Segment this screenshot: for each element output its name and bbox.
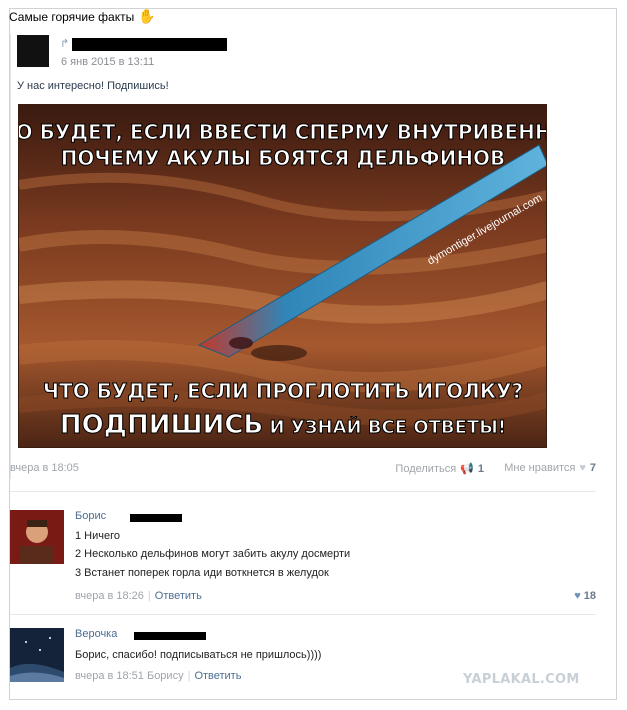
- repost-icon: ↱: [60, 38, 70, 50]
- image-text-top-2: ПОЧЕМУ АКУЛЫ БОЯТСЯ ДЕЛЬФИНОВ: [61, 146, 506, 170]
- hand-emoji-icon: ✋: [138, 8, 156, 24]
- divider: [10, 491, 596, 492]
- comment-author[interactable]: Верочка: [75, 628, 117, 640]
- share-label: Поделиться: [395, 462, 457, 475]
- comment-line: 3 Встанет поперек горла иди воткнется в …: [75, 567, 329, 579]
- post-image[interactable]: ЧТО БУДЕТ, ЕСЛИ ВВЕСТИ СПЕРМУ ВНУТРИВЕНН…: [18, 104, 547, 448]
- comment-time[interactable]: вчера в 18:26: [75, 590, 144, 602]
- reply-button[interactable]: Ответить: [155, 590, 202, 602]
- comment-boris: Борис 1 Ничего 2 Несколько дельфинов мог…: [10, 510, 596, 605]
- page-title: Самые горячие факты: [9, 9, 135, 24]
- comment-like-button[interactable]: ♥ 18: [574, 590, 596, 602]
- needle-photo: ЧТО БУДЕТ, ЕСЛИ ВВЕСТИ СПЕРМУ ВНУТРИВЕНН…: [19, 105, 547, 447]
- image-text-top-1: ЧТО БУДЕТ, ЕСЛИ ВВЕСТИ СПЕРМУ ВНУТРИВЕНН…: [19, 120, 547, 144]
- heart-icon: ♥: [574, 590, 581, 602]
- share-button[interactable]: Поделиться 📢 1: [395, 462, 484, 476]
- comment-line: Борис, спасибо! подписываться не пришлос…: [75, 649, 322, 661]
- repost-date[interactable]: 6 янв 2015 в 13:11: [61, 56, 154, 68]
- comment-line: 2 Несколько дельфинов могут забить акулу…: [75, 548, 351, 560]
- comment-author[interactable]: Борис: [75, 510, 106, 522]
- image-text-bottom-1: ЧТО БУДЕТ, ЕСЛИ ПРОГЛОТИТЬ ИГОЛКУ?: [43, 379, 523, 403]
- page-header: Самые горячие факты ✋: [9, 8, 156, 25]
- megaphone-icon: 📢: [460, 463, 474, 475]
- heart-icon: ♥: [579, 462, 586, 474]
- group-avatar[interactable]: [17, 35, 49, 67]
- post-time[interactable]: вчера в 18:05: [10, 462, 79, 474]
- site-watermark: YAPLAKAL.COM: [463, 672, 580, 687]
- comment-line: 1 Ничего: [75, 530, 120, 542]
- avatar[interactable]: [10, 628, 64, 682]
- like-label: Мне нравится: [504, 462, 576, 474]
- image-text-subscribe: ПОДПИШИСЬ: [60, 410, 263, 440]
- redacted-surname: [130, 514, 182, 522]
- redacted-group-name: [72, 38, 227, 51]
- comment-time[interactable]: вчера в 18:51 Борису: [75, 670, 184, 682]
- reply-button[interactable]: Ответить: [194, 670, 241, 682]
- comment-like-count: 18: [583, 590, 596, 602]
- divider: [10, 614, 596, 615]
- share-count: 1: [477, 462, 484, 475]
- avatar[interactable]: [10, 510, 64, 564]
- image-text-answers: И УЗНАЙ ВСЕ ОТВЕТЫ!: [263, 416, 506, 438]
- like-count: 7: [589, 462, 596, 474]
- repost-text: У нас интересно! Подпишись!: [17, 80, 169, 92]
- redacted-surname: [134, 632, 206, 640]
- comment-meta: вчера в 18:26 | Ответить: [75, 590, 202, 602]
- repost-line: [10, 34, 11, 479]
- like-button[interactable]: Мне нравится ♥ 7: [504, 462, 596, 474]
- comment-meta: вчера в 18:51 Борису | Ответить: [75, 670, 242, 682]
